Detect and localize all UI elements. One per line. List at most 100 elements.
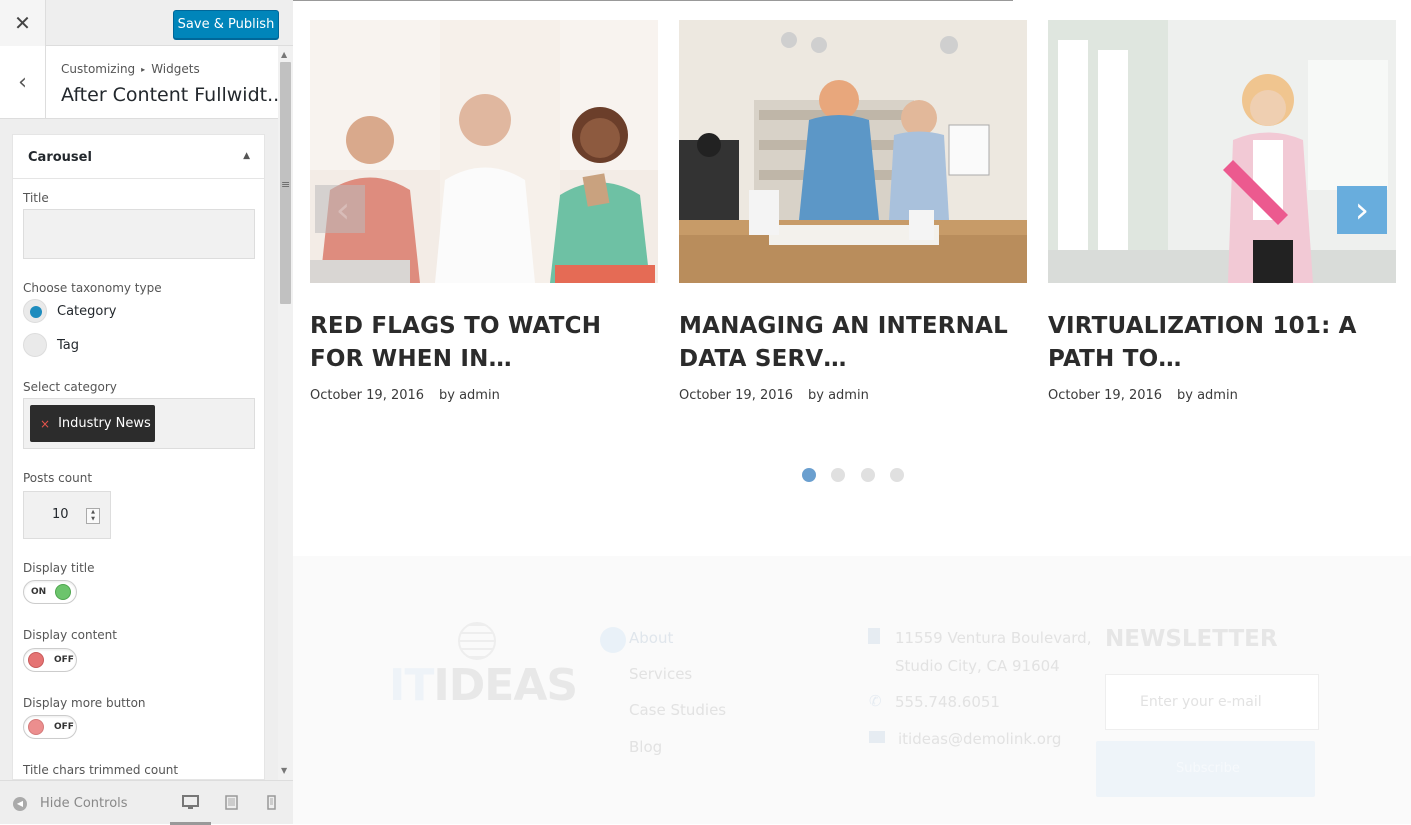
- post-author-3[interactable]: by admin: [1177, 388, 1238, 403]
- scroll-down-arrow-icon[interactable]: ▼: [281, 766, 287, 775]
- post-title-3[interactable]: VIRTUALIZATION 101: A PATH TO…: [1048, 310, 1396, 376]
- customizer-footer: ◀ Hide Controls: [0, 780, 293, 825]
- scroll-up-arrow-icon[interactable]: ▲: [281, 50, 287, 59]
- posts-count-value: 10: [52, 507, 69, 522]
- post-image-3[interactable]: ›: [1048, 20, 1396, 283]
- mail-icon: [869, 731, 885, 743]
- logo-ideas: IDEAS: [433, 660, 578, 711]
- newsletter-email-input[interactable]: Enter your e-mail: [1105, 674, 1319, 730]
- newsletter-placeholder: Enter your e-mail: [1140, 694, 1262, 710]
- photo-architects-at-table: [679, 20, 1027, 283]
- title-input[interactable]: [23, 209, 255, 259]
- breadcrumb-separator: ▸: [141, 65, 146, 74]
- chevron-left-icon: ‹: [18, 69, 27, 95]
- widget-title: Carousel: [28, 150, 92, 165]
- display-content-switch[interactable]: OFF: [23, 648, 77, 672]
- carousel-widget-panel: Carousel ▲ Title Choose taxonomy type Ca…: [12, 134, 265, 780]
- switch-knob: [28, 652, 44, 668]
- category-select[interactable]: × Industry News: [23, 398, 255, 449]
- post-date-3: October 19, 2016: [1048, 388, 1163, 403]
- phone-icon: ✆: [869, 692, 882, 710]
- stepper-arrows-icon[interactable]: ▲ ▼: [86, 508, 100, 524]
- category-chip: × Industry News: [30, 405, 155, 442]
- switch-knob: [28, 719, 44, 735]
- switch-state: ON: [31, 587, 47, 597]
- carousel-prev-arrow-icon[interactable]: ‹: [318, 186, 368, 234]
- pager-dot-3[interactable]: [861, 468, 875, 482]
- switch-state: OFF: [54, 722, 74, 732]
- category-label: Select category: [23, 380, 117, 394]
- subscribe-label: Subscribe: [1176, 761, 1240, 776]
- radio-tag[interactable]: [23, 333, 47, 357]
- top-divider: [293, 0, 1013, 1]
- display-title-switch[interactable]: ON: [23, 580, 77, 604]
- site-preview: ‹ RED FLAGS TO WATCH FOR WHEN IN… Octobe…: [293, 0, 1411, 824]
- footer-nav-services[interactable]: Services: [629, 665, 692, 683]
- post-date-2: October 19, 2016: [679, 388, 794, 403]
- pencil-icon: [600, 627, 626, 653]
- collapse-left-icon: ◀: [13, 796, 27, 811]
- photo-people-with-phones: [310, 20, 658, 283]
- footer-address-line2: Studio City, CA 91604: [895, 657, 1060, 675]
- resize-grip-icon[interactable]: ≡: [281, 178, 290, 191]
- pager-dot-4[interactable]: [890, 468, 904, 482]
- breadcrumb-root: Customizing: [61, 62, 136, 76]
- switch-knob: [55, 584, 71, 600]
- building-icon: [868, 628, 880, 644]
- taxonomy-label: Choose taxonomy type: [23, 281, 162, 295]
- back-button[interactable]: ‹: [0, 46, 46, 118]
- radio-category-label: Category: [57, 304, 117, 319]
- trimmed-count-label: Title chars trimmed count: [23, 763, 179, 777]
- subscribe-button[interactable]: Subscribe: [1096, 741, 1315, 797]
- footer-email[interactable]: itideas@demolink.org: [898, 730, 1061, 748]
- collapse-arrow-icon[interactable]: ▲: [243, 151, 250, 161]
- post-date-1: October 19, 2016: [310, 388, 425, 403]
- display-title-label: Display title: [23, 561, 95, 575]
- display-more-switch[interactable]: OFF: [23, 715, 77, 739]
- carousel-next-arrow-icon[interactable]: ›: [1337, 186, 1387, 234]
- post-title-2[interactable]: MANAGING AN INTERNAL DATA SERV…: [679, 310, 1027, 376]
- desktop-icon[interactable]: [182, 795, 199, 810]
- photo-businesswoman-office: [1048, 20, 1396, 283]
- post-title-1[interactable]: RED FLAGS TO WATCH FOR WHEN IN…: [310, 310, 658, 376]
- section-title: After Content Fullwidt...: [61, 84, 286, 106]
- chip-remove-icon[interactable]: ×: [40, 417, 50, 431]
- footer-nav-about[interactable]: About: [629, 629, 673, 647]
- posts-count-label: Posts count: [23, 471, 93, 485]
- radio-tag-label: Tag: [57, 338, 80, 353]
- post-image-1[interactable]: ‹: [310, 20, 658, 283]
- footer-phone: 555.748.6051: [895, 693, 1000, 711]
- close-customizer-button[interactable]: ✕: [0, 0, 46, 46]
- post-author-1[interactable]: by admin: [439, 388, 500, 403]
- customizer-sidebar: ✕ Save & Publish ‹ Customizing ▸ Widgets A…: [0, 0, 293, 825]
- sidebar-scrollbar[interactable]: ▲ ▼: [278, 46, 293, 780]
- posts-count-stepper[interactable]: 10 ▲ ▼: [23, 491, 111, 539]
- logo-it: IT: [389, 660, 434, 711]
- hide-controls-button[interactable]: ◀ Hide Controls: [13, 796, 128, 811]
- site-logo[interactable]: ITIDEAS: [389, 660, 578, 711]
- post-author-2[interactable]: by admin: [808, 388, 869, 403]
- footer-address-line1: 11559 Ventura Boulevard,: [895, 629, 1092, 647]
- footer-nav-blog[interactable]: Blog: [629, 738, 662, 756]
- chip-label: Industry News: [58, 416, 151, 431]
- customizer-topbar: ✕ Save & Publish: [0, 0, 293, 46]
- title-label: Title: [23, 191, 49, 205]
- pager-dot-1[interactable]: [802, 468, 816, 482]
- hide-controls-label: Hide Controls: [40, 796, 128, 811]
- tablet-icon[interactable]: [225, 795, 238, 810]
- globe-logo-icon: [458, 622, 496, 660]
- widget-header[interactable]: Carousel ▲: [13, 135, 264, 179]
- radio-category[interactable]: [23, 299, 47, 323]
- breadcrumb-parent: Widgets: [151, 62, 200, 76]
- footer-nav-case-studies[interactable]: Case Studies: [629, 701, 726, 719]
- switch-state: OFF: [54, 655, 74, 665]
- display-more-label: Display more button: [23, 696, 146, 710]
- post-image-2[interactable]: [679, 20, 1027, 283]
- section-header: ‹ Customizing ▸ Widgets After Content Full…: [0, 46, 285, 119]
- breadcrumb: Customizing ▸ Widgets: [61, 62, 200, 76]
- save-publish-button[interactable]: Save & Publish: [173, 10, 279, 39]
- close-icon: ✕: [14, 11, 31, 35]
- mobile-icon[interactable]: [267, 795, 276, 810]
- pager-dot-2[interactable]: [831, 468, 845, 482]
- newsletter-title: NEWSLETTER: [1105, 626, 1278, 652]
